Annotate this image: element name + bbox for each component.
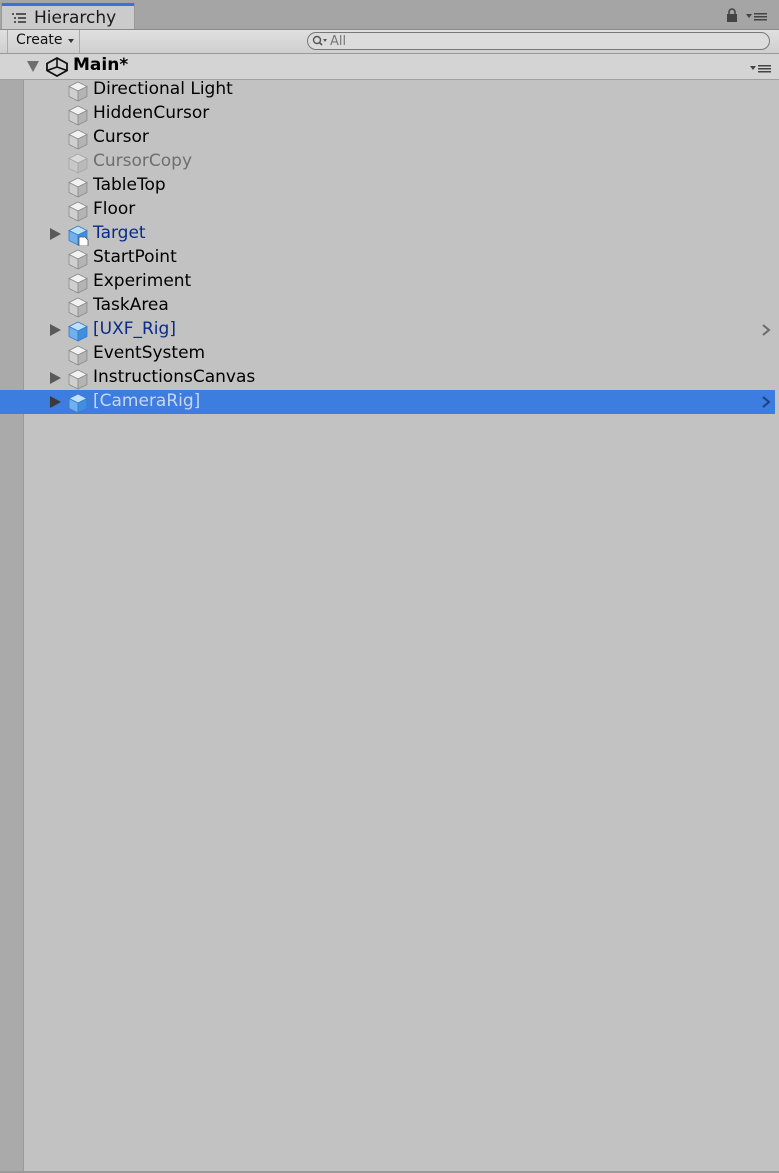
hierarchy-item[interactable]: Cursor [0, 126, 775, 150]
prefab-cube-icon [68, 393, 88, 414]
search-icon [312, 35, 327, 46]
gameobject-cube-icon [68, 249, 88, 270]
prefab-cube-icon [68, 321, 88, 342]
hierarchy-item[interactable]: HiddenCursor [0, 102, 775, 126]
dropdown-arrow-icon [68, 39, 74, 43]
lock-icon[interactable] [726, 8, 738, 22]
expand-arrow-icon[interactable] [50, 396, 61, 408]
scene-header[interactable]: Main* [0, 54, 779, 80]
gameobject-cube-icon [68, 105, 88, 126]
gameobject-cube-icon [68, 177, 88, 198]
gameobject-cube-icon [68, 369, 88, 390]
gameobject-cube-icon [68, 345, 88, 366]
hierarchy-item[interactable]: [CameraRig] [0, 390, 775, 414]
tab-bar: Hierarchy [0, 0, 779, 30]
hierarchy-item-label: Cursor [93, 127, 149, 147]
expand-arrow-icon[interactable] [50, 228, 61, 240]
hierarchy-item[interactable]: [UXF_Rig] [0, 318, 775, 342]
hierarchy-item[interactable]: Directional Light [0, 78, 775, 102]
gameobject-cube-icon [68, 129, 88, 150]
toolbar: Create [0, 30, 779, 54]
hierarchy-item-label: InstructionsCanvas [93, 367, 256, 387]
hierarchy-item[interactable]: InstructionsCanvas [0, 366, 775, 390]
gameobject-cube-icon [68, 81, 88, 102]
hierarchy-item[interactable]: CursorCopy [0, 150, 775, 174]
scene-menu-icon[interactable] [750, 63, 772, 73]
scene-name: Main* [73, 55, 129, 75]
collapse-arrow-icon[interactable] [27, 61, 39, 72]
search-field[interactable] [307, 32, 770, 50]
hierarchy-item[interactable]: TaskArea [0, 294, 775, 318]
gameobject-cube-icon [68, 153, 88, 174]
hierarchy-item[interactable]: Floor [0, 198, 775, 222]
hierarchy-item-label: Floor [93, 199, 136, 219]
hierarchy-item-label: Target [93, 223, 146, 243]
gameobject-cube-icon [68, 273, 88, 294]
create-label: Create [16, 32, 63, 48]
hierarchy-item-label: EventSystem [93, 343, 206, 363]
hierarchy-item-label: Directional Light [93, 79, 233, 99]
hierarchy-item-label: [UXF_Rig] [93, 319, 176, 339]
expand-arrow-icon[interactable] [50, 324, 61, 336]
hierarchy-item-label: TableTop [93, 175, 166, 195]
unity-scene-icon [46, 57, 68, 77]
hierarchy-item-label: Experiment [93, 271, 192, 291]
hierarchy-item-label: HiddenCursor [93, 103, 210, 123]
hierarchy-item[interactable]: Experiment [0, 270, 775, 294]
chevron-right-icon[interactable] [761, 395, 771, 409]
tab-label: Hierarchy [34, 8, 117, 28]
prefab-cube-icon [68, 225, 89, 246]
tab-menu-icon[interactable] [746, 11, 768, 21]
hierarchy-item-label: TaskArea [93, 295, 169, 315]
hierarchy-item-label: [CameraRig] [93, 391, 201, 411]
hierarchy-item-label: StartPoint [93, 247, 177, 267]
hierarchy-item[interactable]: EventSystem [0, 342, 775, 366]
gameobject-cube-icon [68, 201, 88, 222]
chevron-right-icon[interactable] [761, 323, 771, 337]
tab-hierarchy[interactable]: Hierarchy [1, 3, 135, 29]
expand-arrow-icon[interactable] [50, 372, 61, 384]
hierarchy-item[interactable]: TableTop [0, 174, 775, 198]
search-input[interactable] [330, 33, 760, 49]
create-button[interactable]: Create [7, 30, 80, 53]
hierarchy-item[interactable]: StartPoint [0, 246, 775, 270]
gameobject-cube-icon [68, 297, 88, 318]
hierarchy-item[interactable]: Target [0, 222, 775, 246]
hierarchy-item-label: CursorCopy [93, 151, 193, 171]
list-icon [12, 13, 26, 23]
